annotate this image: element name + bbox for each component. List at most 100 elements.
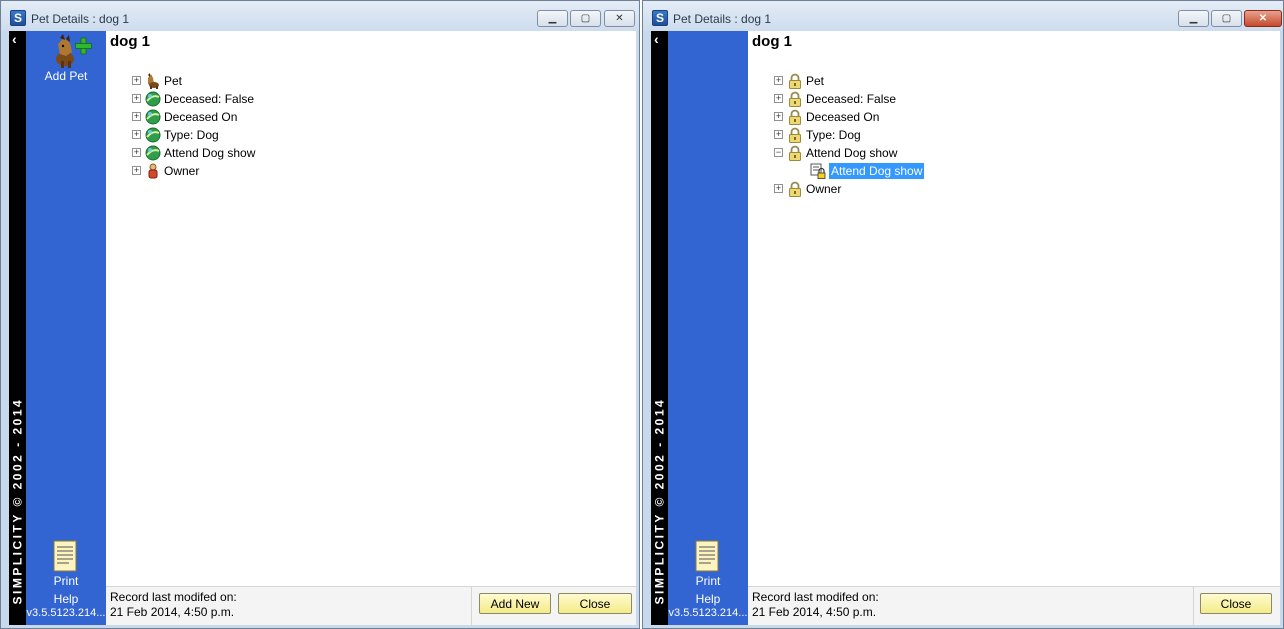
brand-strip: ‹ SIMPLICITY © 2002 - 2014 [651, 31, 668, 625]
expand-icon[interactable]: + [774, 76, 783, 86]
footer-button-area: Close [1193, 587, 1280, 625]
record-modified-date: 21 Feb 2014, 4:50 p.m. [752, 605, 877, 619]
expand-icon[interactable]: + [132, 148, 141, 158]
expand-icon[interactable]: + [132, 94, 141, 104]
window-title: Pet Details : dog 1 [31, 12, 130, 26]
tree-node-label[interactable]: Attend Dog show [829, 162, 925, 179]
pet-details-window-left: S Pet Details : dog 1 ▁ ▢ ✕ ‹ SIMPLICITY… [0, 0, 640, 629]
tree-node-label[interactable]: Pet [164, 74, 182, 88]
content-area: dog 1 + Pet + Deceased: False + Deceased On + T… [106, 31, 636, 625]
version-label: v3.5.5123.214... [668, 607, 748, 619]
lock-icon [787, 91, 803, 107]
expand-icon[interactable]: + [132, 76, 141, 86]
tree-node[interactable]: + Type: Dog [774, 125, 924, 143]
tree-node-label[interactable]: Owner [164, 164, 199, 178]
expand-icon[interactable]: + [774, 184, 783, 194]
collapse-icon[interactable]: − [774, 148, 783, 158]
minimize-button[interactable]: ▁ [1178, 10, 1209, 27]
expand-icon[interactable]: + [132, 166, 141, 176]
content-area: dog 1 + Pet + Deceased: False + Deceased On + T… [748, 31, 1280, 625]
close-icon: ✕ [1258, 13, 1268, 24]
details-tree: + Pet + Deceased: False + Deceased On + Type: D… [774, 71, 925, 197]
close-icon: ✕ [615, 13, 624, 24]
close-window-button[interactable]: ✕ [1244, 10, 1282, 27]
lock-icon [787, 109, 803, 125]
expand-icon[interactable]: + [774, 112, 783, 122]
client-area: ‹ SIMPLICITY © 2002 - 2014 Print Help v3… [651, 31, 1280, 625]
tree-node-label[interactable]: Deceased: False [164, 92, 254, 106]
tree-node[interactable]: + Pet [132, 71, 255, 89]
back-arrow-icon[interactable]: ‹ [12, 31, 17, 47]
person-icon [145, 163, 161, 179]
tree-node[interactable]: + Owner [774, 179, 924, 197]
app-icon: S [10, 10, 26, 26]
maximize-button[interactable]: ▢ [1211, 10, 1242, 27]
close-button[interactable]: Close [558, 593, 632, 614]
minimize-button[interactable]: ▁ [537, 10, 568, 27]
tree-child-node[interactable]: Attend Dog show [810, 161, 925, 179]
expand-icon[interactable]: + [132, 130, 141, 140]
record-modified-label: Record last modifed on: [110, 590, 237, 604]
tree-node[interactable]: + Attend Dog show [132, 143, 255, 161]
tree-node[interactable]: + Type: Dog [132, 125, 255, 143]
record-title: dog 1 [110, 33, 150, 50]
tree-node[interactable]: + Deceased On [774, 107, 924, 125]
footer: Record last modifed on: 21 Feb 2014, 4:5… [748, 586, 1280, 625]
expand-icon[interactable]: + [132, 112, 141, 122]
print-label[interactable]: Print [668, 574, 748, 588]
tree-node-label[interactable]: Type: Dog [164, 128, 219, 142]
tree-node-label[interactable]: Owner [806, 182, 841, 196]
help-label[interactable]: Help [668, 592, 748, 606]
tree-node-label[interactable]: Attend Dog show [806, 146, 897, 160]
minimize-icon: ▁ [548, 13, 557, 24]
add-pet-label[interactable]: Add Pet [26, 69, 106, 83]
tree-node[interactable]: + Deceased: False [774, 89, 924, 107]
print-icon[interactable] [53, 540, 77, 572]
back-arrow-icon[interactable]: ‹ [654, 31, 659, 47]
close-button[interactable]: Close [1200, 593, 1272, 614]
minimize-icon: ▁ [1189, 13, 1198, 24]
pet-details-window-right: S Pet Details : dog 1 ▁ ▢ ✕ ‹ SIMPLICITY… [642, 0, 1284, 629]
green-disc-icon [145, 145, 161, 161]
record-modified-date: 21 Feb 2014, 4:50 p.m. [110, 605, 235, 619]
client-area: ‹ SIMPLICITY © 2002 - 2014 Add Pet Print… [9, 31, 636, 625]
version-label: v3.5.5123.214... [26, 607, 106, 619]
green-disc-icon [145, 91, 161, 107]
expand-icon[interactable]: + [774, 94, 783, 104]
tree-node-label[interactable]: Deceased: False [806, 92, 896, 106]
maximize-icon: ▢ [1221, 13, 1232, 24]
lock-icon [787, 127, 803, 143]
lock-icon [787, 145, 803, 161]
maximize-button[interactable]: ▢ [570, 10, 601, 27]
print-icon[interactable] [695, 540, 719, 572]
help-label[interactable]: Help [26, 592, 106, 606]
footer-button-area: Add New Close [471, 587, 636, 625]
tree-node-label[interactable]: Deceased On [164, 110, 237, 124]
expand-icon[interactable]: + [774, 130, 783, 140]
add-new-button[interactable]: Add New [479, 593, 551, 614]
green-disc-icon [145, 109, 161, 125]
close-window-button[interactable]: ✕ [604, 10, 635, 27]
brand-strip: ‹ SIMPLICITY © 2002 - 2014 [9, 31, 26, 625]
lock-icon [787, 181, 803, 197]
record-title: dog 1 [752, 33, 792, 50]
title-bar[interactable]: S Pet Details : dog 1 ▁ ▢ ✕ [643, 1, 1283, 31]
tree-node-label[interactable]: Type: Dog [806, 128, 861, 142]
print-label[interactable]: Print [26, 574, 106, 588]
tree-node-label[interactable]: Pet [806, 74, 824, 88]
tree-node[interactable]: + Pet [774, 71, 924, 89]
app-icon: S [652, 10, 668, 26]
tree-node-label[interactable]: Deceased On [806, 110, 879, 124]
tree-node-label[interactable]: Attend Dog show [164, 146, 255, 160]
title-bar[interactable]: S Pet Details : dog 1 ▁ ▢ ✕ [1, 1, 639, 31]
copyright-text: SIMPLICITY © 2002 - 2014 [10, 397, 25, 605]
tree-node[interactable]: + Deceased: False [132, 89, 255, 107]
footer: Record last modifed on: 21 Feb 2014, 4:5… [106, 586, 636, 625]
tree-node[interactable]: − Attend Dog show [774, 143, 924, 161]
details-tree: + Pet + Deceased: False + Deceased On + Type: D… [132, 71, 255, 179]
window-title: Pet Details : dog 1 [673, 12, 772, 26]
lock-icon [787, 73, 803, 89]
tree-node[interactable]: + Deceased On [132, 107, 255, 125]
add-pet-icon[interactable] [52, 34, 92, 68]
tree-node[interactable]: + Owner [132, 161, 255, 179]
